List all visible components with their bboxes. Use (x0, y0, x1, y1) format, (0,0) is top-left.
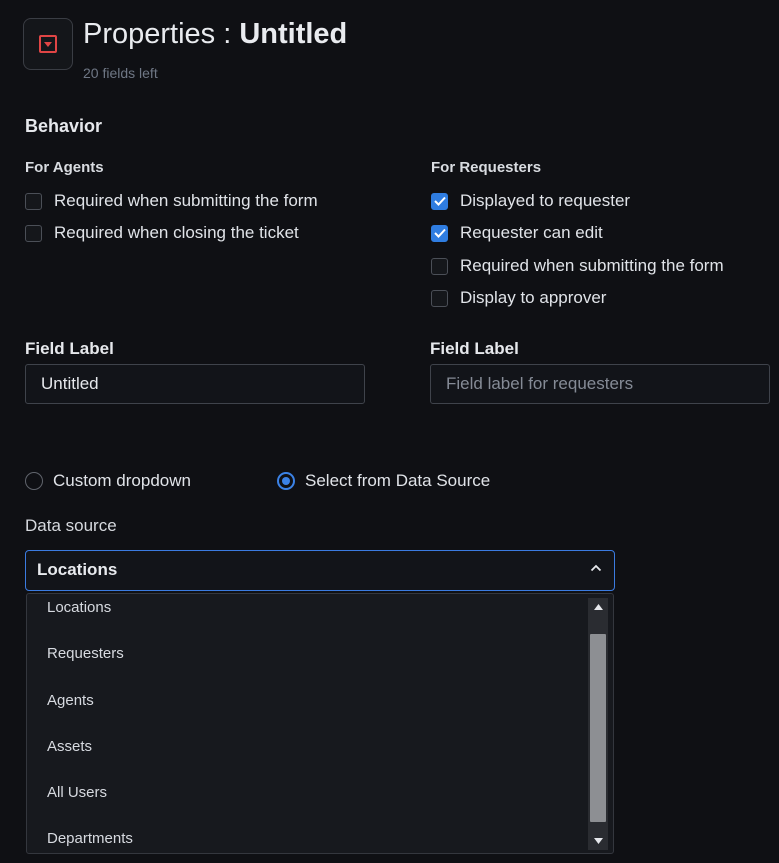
checkmark-icon (433, 196, 446, 206)
dropdown-option-agents[interactable]: Agents (47, 692, 94, 709)
agents-required-close-label: Required when closing the ticket (54, 223, 299, 242)
requesters-required-submit-option[interactable]: Required when submitting the form (431, 256, 724, 276)
data-source-selected-value: Locations (37, 560, 118, 579)
dropdown-option-departments[interactable]: Departments (47, 830, 133, 847)
data-source-dropdown-list: Locations Requesters Agents Assets All U… (26, 593, 614, 854)
requesters-required-submit-checkbox[interactable] (431, 257, 448, 275)
custom-dropdown-label: Custom dropdown (53, 471, 191, 490)
data-source-option-label: Select from Data Source (305, 471, 491, 490)
for-agents-heading: For Agents (25, 159, 104, 176)
requester-can-edit-label: Requester can edit (460, 223, 603, 242)
data-source-option[interactable]: Select from Data Source (277, 471, 490, 491)
agent-field-label-input[interactable]: Untitled (25, 364, 365, 404)
agents-required-submit-option[interactable]: Required when submitting the form (25, 191, 318, 211)
agents-required-close-checkbox[interactable] (25, 224, 42, 242)
displayed-to-requester-checkbox[interactable] (431, 192, 448, 210)
requesters-required-submit-label: Required when submitting the form (460, 256, 724, 275)
requester-field-label-input[interactable]: Field label for requesters (430, 364, 770, 404)
custom-dropdown-option[interactable]: Custom dropdown (25, 471, 191, 491)
dropdown-option-assets[interactable]: Assets (47, 738, 92, 755)
behavior-heading: Behavior (25, 116, 103, 136)
data-source-select[interactable]: Locations (25, 550, 615, 591)
dropdown-option-requesters[interactable]: Requesters (47, 645, 124, 662)
displayed-to-requester-label: Displayed to requester (460, 191, 631, 210)
custom-dropdown-radio[interactable] (25, 472, 43, 490)
agents-required-close-option[interactable]: Required when closing the ticket (25, 223, 299, 243)
display-to-approver-label: Display to approver (460, 288, 607, 307)
agents-required-submit-label: Required when submitting the form (54, 191, 318, 210)
requester-can-edit-option[interactable]: Requester can edit (431, 223, 603, 243)
display-to-approver-option[interactable]: Display to approver (431, 288, 606, 308)
for-requesters-heading: For Requesters (431, 159, 542, 176)
scrollbar-thumb[interactable] (590, 634, 606, 822)
properties-panel: Properties : Untitled 20 fields left Beh… (0, 0, 779, 863)
dropdown-field-icon (23, 18, 73, 70)
title-field-name: Untitled (239, 18, 348, 50)
requester-field-label-heading: Field Label (430, 339, 519, 358)
dropdown-option-locations[interactable]: Locations (47, 599, 111, 616)
agent-field-label-heading: Field Label (25, 339, 114, 358)
scroll-down-arrow-icon[interactable] (588, 832, 608, 850)
chevron-up-icon (590, 564, 602, 572)
requester-can-edit-checkbox[interactable] (431, 224, 448, 242)
checkmark-icon (433, 228, 446, 238)
displayed-to-requester-option[interactable]: Displayed to requester (431, 191, 630, 211)
scroll-up-arrow-icon[interactable] (588, 598, 608, 616)
fields-left-count: 20 fields left (83, 65, 158, 81)
display-to-approver-checkbox[interactable] (431, 289, 448, 307)
page-title: Properties : Untitled (83, 18, 347, 51)
agents-required-submit-checkbox[interactable] (25, 192, 42, 210)
data-source-label: Data source (25, 516, 117, 535)
title-prefix: Properties : (83, 18, 240, 50)
dropdown-scrollbar[interactable] (588, 598, 608, 850)
dropdown-option-all-users[interactable]: All Users (47, 784, 107, 801)
data-source-radio[interactable] (277, 472, 295, 490)
